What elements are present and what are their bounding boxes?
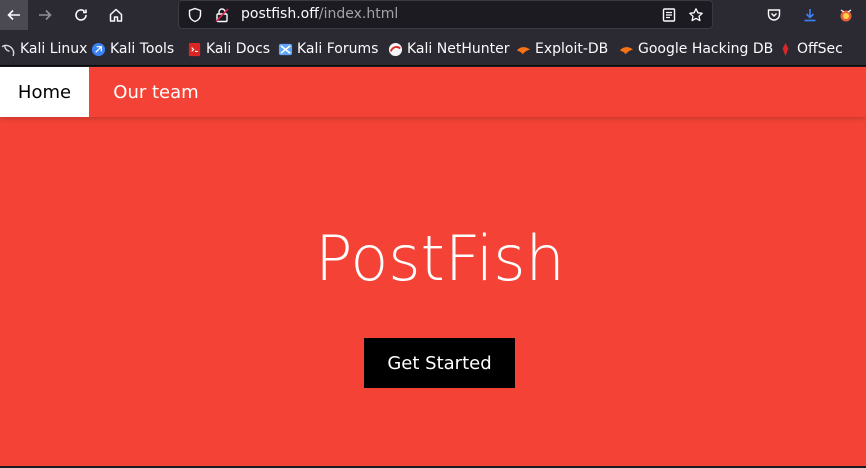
nav-our-team-link[interactable]: Our team <box>89 67 223 117</box>
extension-icon <box>840 9 852 22</box>
forward-icon <box>39 9 52 21</box>
nethunter-icon <box>388 42 403 56</box>
bookmarks-toolbar: Kali Linux Kali Tools Kali Docs Kali For… <box>0 32 866 66</box>
offsec-icon <box>782 42 789 56</box>
reader-view-icon[interactable] <box>661 7 677 23</box>
bookmark-offsec[interactable]: OffSec <box>778 40 843 58</box>
hero-title: PostFish <box>315 222 565 295</box>
kali-forums-icon <box>278 43 293 55</box>
extension-button[interactable] <box>831 0 861 30</box>
home-icon <box>109 8 123 22</box>
back-button[interactable] <box>0 0 28 30</box>
url-bar[interactable]: postfish.off/index.html <box>178 0 713 29</box>
bookmark-kali-docs[interactable]: Kali Docs <box>187 40 270 58</box>
kali-dragon-icon <box>1 44 15 56</box>
bookmark-google-hacking-db[interactable]: Google Hacking DB <box>619 40 773 58</box>
back-icon <box>7 9 20 21</box>
url-text[interactable]: postfish.off/index.html <box>241 6 398 22</box>
nav-home-link[interactable]: Home <box>0 67 89 117</box>
downloads-icon <box>804 9 816 22</box>
bookmark-kali-linux[interactable]: Kali Linux <box>1 40 87 58</box>
ghdb-icon <box>619 46 634 54</box>
bookmark-label: Kali Linux <box>20 41 88 57</box>
bookmark-kali-nethunter[interactable]: Kali NetHunter <box>388 40 509 58</box>
pocket-button[interactable] <box>759 0 789 30</box>
site-navbar: Home Our team <box>0 67 866 117</box>
lock-icon[interactable] <box>214 7 230 23</box>
pocket-icon <box>767 9 781 21</box>
kali-tools-icon <box>91 42 106 56</box>
bookmark-label: Kali Docs <box>206 41 271 57</box>
forward-button[interactable] <box>30 0 60 30</box>
bookmark-kali-forums[interactable]: Kali Forums <box>278 40 378 58</box>
bookmark-label: Kali NetHunter <box>407 41 510 57</box>
bookmark-label: Kali Forums <box>297 41 379 57</box>
page-content: Home Our team PostFish Get Started <box>0 67 866 467</box>
kali-docs-icon <box>188 42 201 56</box>
url-path: /index.html <box>318 6 399 22</box>
bookmark-label: Google Hacking DB <box>638 41 774 57</box>
shield-icon[interactable] <box>187 7 203 23</box>
home-button[interactable] <box>101 0 131 30</box>
get-started-button[interactable]: Get Started <box>364 338 515 388</box>
bookmark-label: Kali Tools <box>110 41 175 57</box>
browser-toolbar: postfish.off/index.html <box>0 0 866 32</box>
bookmark-label: OffSec <box>797 41 843 57</box>
bookmark-exploit-db[interactable]: Exploit-DB <box>516 40 608 58</box>
downloads-button[interactable] <box>795 0 825 30</box>
reload-button[interactable] <box>66 0 96 30</box>
exploit-db-icon <box>516 46 531 54</box>
bookmark-kali-tools[interactable]: Kali Tools <box>91 40 174 58</box>
reload-icon <box>75 9 87 21</box>
url-host: postfish.off <box>241 6 319 22</box>
bookmark-star-icon[interactable] <box>688 7 704 23</box>
bookmark-label: Exploit-DB <box>535 41 609 57</box>
